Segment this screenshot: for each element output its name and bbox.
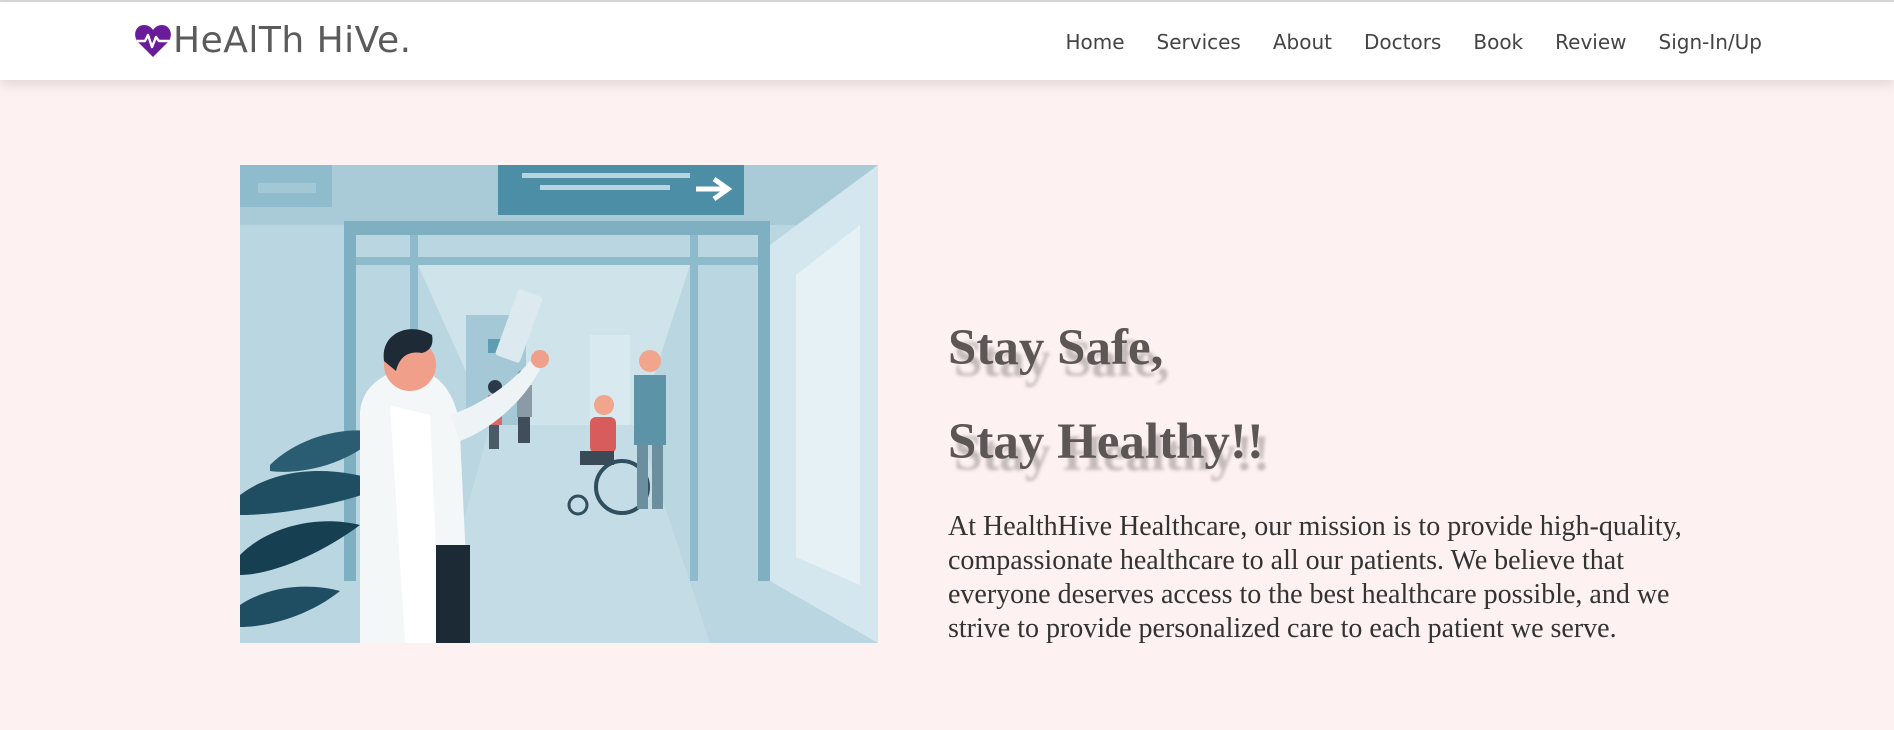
nav-about[interactable]: About (1273, 26, 1332, 58)
nav-services[interactable]: Services (1157, 26, 1241, 58)
site-header: HeAlTh HiVe. Home Services About Doctors… (0, 2, 1894, 80)
nav-review[interactable]: Review (1555, 26, 1626, 58)
hero-illustration (240, 165, 878, 643)
nav-book[interactable]: Book (1473, 26, 1523, 58)
heartbeat-icon (135, 25, 171, 57)
hero-heading-line1: Stay Safe, (948, 320, 1164, 376)
hero-description: At HealthHive Healthcare, our mission is… (948, 511, 1682, 644)
hospital-corridor-illustration-icon (240, 165, 878, 643)
hero-copy: Stay Safe, Stay Healthy!! At HealthHive … (948, 318, 1688, 646)
brand-name: HeAlTh HiVe. (173, 20, 412, 61)
hero-heading-line2: Stay Healthy!! (948, 414, 1264, 470)
brand-logo[interactable]: HeAlTh HiVe. (134, 20, 412, 62)
main-nav: Home Services About Doctors Book Review … (1033, 26, 1762, 58)
nav-sign-in-up[interactable]: Sign-In/Up (1659, 26, 1763, 58)
nav-home[interactable]: Home (1065, 26, 1124, 58)
nav-doctors[interactable]: Doctors (1364, 26, 1441, 58)
